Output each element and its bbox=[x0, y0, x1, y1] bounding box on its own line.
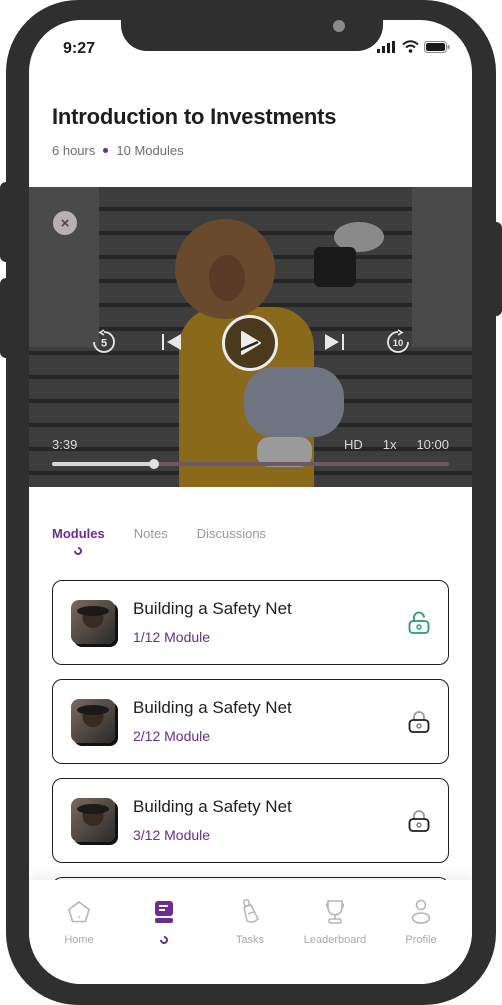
nav-leaderboard[interactable]: Leaderboard bbox=[295, 898, 375, 946]
quality-button[interactable]: HD bbox=[344, 437, 363, 452]
modules-list: Building a Safety Net 1/12 Module Buildi… bbox=[52, 580, 449, 921]
forward-10-button[interactable]: 10 bbox=[383, 327, 413, 357]
video-subject bbox=[209, 255, 245, 301]
video-prop bbox=[314, 247, 356, 287]
volume-down-button bbox=[0, 278, 10, 358]
separator-dot bbox=[103, 148, 109, 153]
skip-next-icon bbox=[325, 334, 344, 350]
module-progress: 2/12 Module bbox=[133, 728, 211, 744]
close-icon: × bbox=[60, 214, 70, 232]
status-icons bbox=[377, 40, 450, 53]
current-time: 3:39 bbox=[52, 437, 78, 452]
home-icon bbox=[68, 901, 90, 923]
nav-tasks[interactable]: Tasks bbox=[210, 898, 290, 946]
video-player[interactable]: × 5 10 3:39 HD 1x 10:00 bbox=[29, 187, 472, 487]
active-nav-indicator bbox=[158, 934, 170, 946]
player-controls: 5 10 bbox=[29, 315, 472, 371]
tab-discussions[interactable]: Discussions bbox=[197, 526, 266, 541]
content-tabs: Modules Notes Discussions bbox=[52, 526, 266, 557]
previous-button[interactable] bbox=[157, 327, 187, 357]
module-card[interactable]: Building a Safety Net 1/12 Module bbox=[52, 580, 449, 665]
battery-icon bbox=[424, 40, 450, 53]
player-options: HD 1x 10:00 bbox=[344, 437, 449, 452]
thumbnail-detail bbox=[77, 705, 109, 715]
nav-home-label: Home bbox=[64, 934, 94, 946]
lock-icon bbox=[408, 711, 430, 733]
skip-previous-icon bbox=[162, 334, 181, 350]
progress-handle[interactable] bbox=[149, 459, 160, 469]
nav-profile[interactable]: Profile bbox=[381, 898, 461, 946]
rewind-5-button[interactable]: 5 bbox=[89, 327, 119, 357]
module-card[interactable]: Building a Safety Net 3/12 Module bbox=[52, 778, 449, 863]
course-duration: 6 hours bbox=[52, 143, 96, 158]
tasks-icon bbox=[242, 899, 259, 923]
close-video-button[interactable]: × bbox=[53, 211, 77, 235]
play-icon bbox=[239, 331, 261, 355]
forward-icon: 10 bbox=[387, 329, 409, 353]
module-thumbnail bbox=[71, 699, 115, 743]
thumbnail-detail bbox=[77, 804, 109, 814]
nav-tasks-label: Tasks bbox=[235, 934, 265, 946]
module-title: Building a Safety Net bbox=[133, 797, 292, 816]
screen: 9:27 Introduction to Investments 6 hours… bbox=[29, 20, 472, 984]
tab-notes[interactable]: Notes bbox=[134, 526, 168, 541]
unlocked-icon bbox=[408, 611, 430, 634]
course-modules-count: 10 Modules bbox=[116, 143, 184, 158]
course-title: Introduction to Investments bbox=[52, 104, 337, 129]
tab-notes-label: Notes bbox=[133, 526, 168, 541]
signal-icon bbox=[377, 40, 395, 53]
rewind-icon: 5 bbox=[93, 329, 115, 353]
module-progress: 3/12 Module bbox=[133, 827, 211, 843]
total-time: 10:00 bbox=[416, 437, 449, 452]
progress-bar[interactable] bbox=[52, 459, 449, 469]
wifi-icon bbox=[402, 40, 419, 53]
play-button[interactable] bbox=[222, 315, 278, 371]
profile-icon bbox=[411, 899, 431, 924]
volume-up-button bbox=[0, 182, 10, 262]
module-title: Building a Safety Net bbox=[133, 698, 292, 717]
nav-home[interactable]: Home bbox=[39, 898, 119, 946]
tab-modules[interactable]: Modules bbox=[52, 526, 105, 557]
bottom-nav: Home Tasks Leaderboard Profile bbox=[29, 880, 472, 984]
module-progress: 1/12 Module bbox=[133, 629, 211, 645]
module-thumbnail bbox=[71, 600, 115, 644]
video-subject bbox=[244, 367, 344, 437]
tab-discussions-label: Discussions bbox=[196, 526, 267, 541]
active-tab-indicator bbox=[72, 545, 85, 557]
progress-fill bbox=[52, 462, 155, 466]
courses-icon bbox=[155, 901, 173, 923]
tab-modules-label: Modules bbox=[52, 526, 105, 541]
nav-profile-label: Profile bbox=[405, 934, 437, 946]
next-button[interactable] bbox=[319, 327, 349, 357]
thumbnail-detail bbox=[77, 606, 109, 616]
notch bbox=[121, 20, 383, 51]
status-time: 9:27 bbox=[63, 40, 96, 57]
module-card[interactable]: Building a Safety Net 2/12 Module bbox=[52, 679, 449, 764]
trophy-icon bbox=[325, 900, 345, 924]
speed-button[interactable]: 1x bbox=[383, 437, 397, 452]
lock-icon bbox=[408, 810, 430, 832]
course-meta: 6 hours 10 Modules bbox=[52, 143, 184, 158]
nav-courses[interactable] bbox=[124, 898, 204, 946]
module-title: Building a Safety Net bbox=[133, 599, 292, 618]
module-thumbnail bbox=[71, 798, 115, 842]
power-button bbox=[492, 222, 502, 316]
nav-leaderboard-label: Leaderboard bbox=[303, 934, 367, 946]
front-camera bbox=[333, 20, 345, 32]
rewind-label: 5 bbox=[101, 338, 107, 350]
forward-label: 10 bbox=[393, 338, 404, 349]
